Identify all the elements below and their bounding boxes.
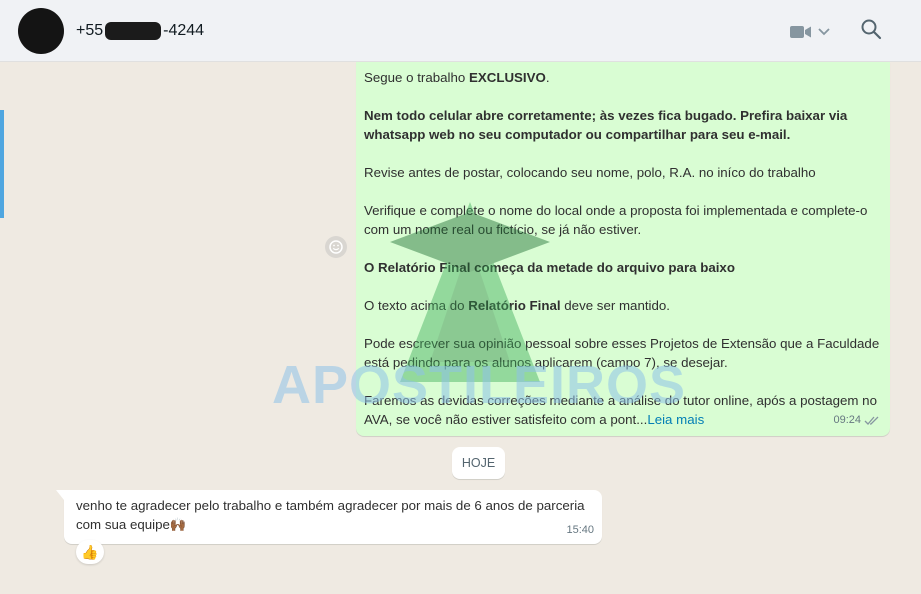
message-paragraph: Segue o trabalho EXCLUSIVO. [364, 70, 550, 85]
contact-name[interactable]: +55 -4244 [76, 22, 204, 40]
message-paragraph-bold: O Relatório Final começa da metade do ar… [364, 260, 735, 275]
message-paragraph: Revise antes de postar, colocando seu no… [364, 165, 816, 180]
add-reaction-button[interactable] [325, 236, 347, 258]
date-separator: HOJE [452, 447, 505, 479]
message-reaction[interactable]: 👍 [76, 540, 104, 564]
redaction-mark [105, 22, 162, 40]
message-time: 15:40 [566, 524, 594, 536]
message-paragraph: Faremos as devidas correções mediante a … [364, 393, 877, 427]
left-edge-strip [0, 110, 4, 218]
incoming-message[interactable]: venho te agradecer pelo trabalho e també… [56, 490, 602, 544]
message-time: 09:24 [833, 414, 861, 426]
message-meta: 09:24 [833, 411, 880, 430]
contact-avatar[interactable] [18, 8, 64, 54]
video-call-button[interactable] [790, 22, 836, 42]
search-button[interactable] [860, 18, 886, 44]
read-more-link[interactable]: Leia mais [647, 412, 704, 427]
chat-area[interactable]: Segue o trabalho EXCLUSIVO. Nem todo cel… [0, 62, 921, 594]
message-paragraph-bold: Nem todo celular abre corretamente; às v… [364, 108, 848, 142]
chat-header: +55 -4244 [0, 0, 921, 62]
contact-prefix: +55 [76, 22, 104, 39]
message-text: venho te agradecer pelo trabalho e també… [76, 498, 585, 532]
outgoing-message[interactable]: Segue o trabalho EXCLUSIVO. Nem todo cel… [356, 62, 890, 436]
message-paragraph: Pode escrever sua opinião pessoal sobre … [364, 336, 880, 370]
double-check-icon [864, 416, 879, 425]
message-paragraph: O texto acima do Relatório Final deve se… [364, 298, 670, 313]
message-paragraph: Verifique e complete o nome do local ond… [364, 203, 868, 237]
smiley-icon [329, 240, 343, 254]
video-camera-icon [790, 26, 811, 38]
contact-suffix: -4244 [163, 22, 205, 39]
search-icon [861, 19, 882, 40]
chevron-down-icon [818, 28, 830, 36]
